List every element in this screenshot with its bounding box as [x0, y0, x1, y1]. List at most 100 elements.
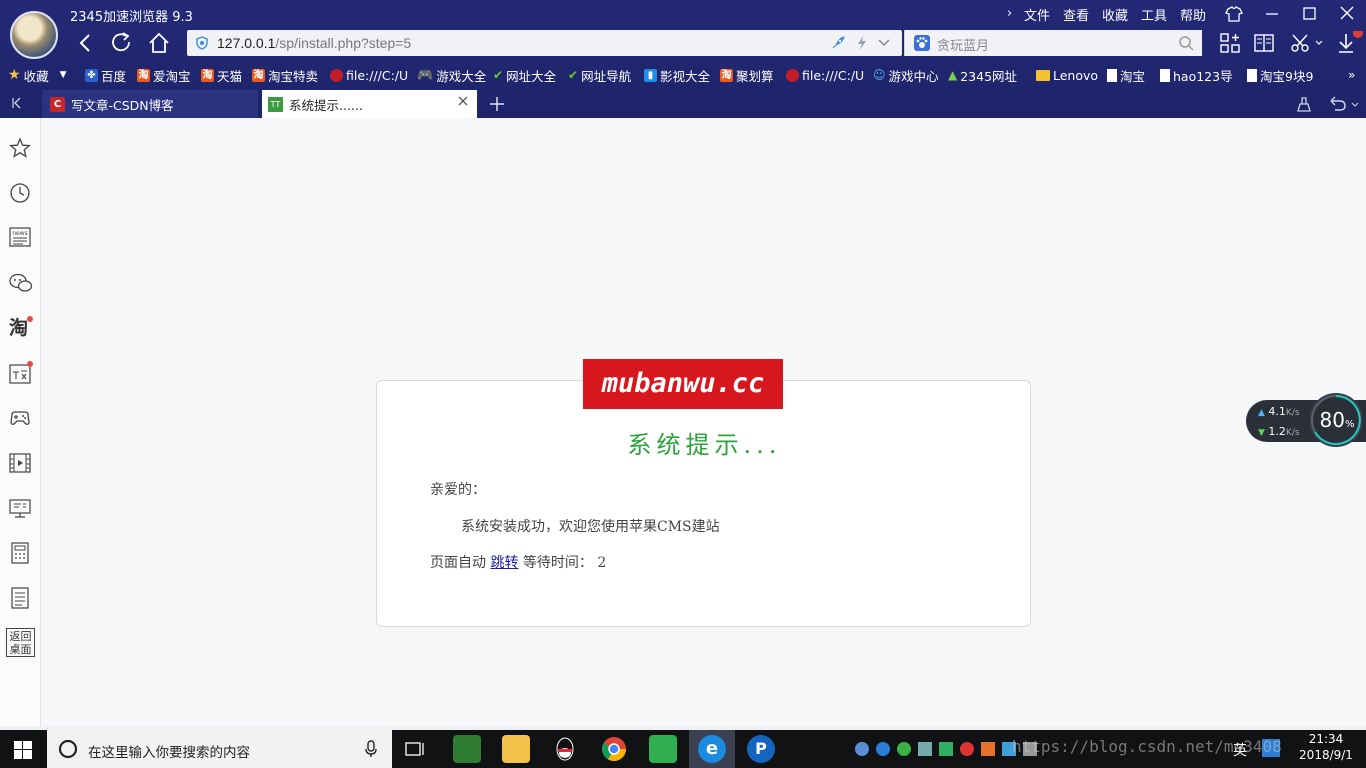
- task-view-icon[interactable]: [405, 740, 427, 758]
- cortana-circle-icon: [58, 739, 78, 759]
- rocket-icon[interactable]: [830, 35, 846, 51]
- taskbar-active-browser[interactable]: e: [689, 730, 735, 768]
- sidebar-news-icon[interactable]: news: [9, 226, 31, 248]
- taskbar-search-box[interactable]: 在这里输入你要搜索的内容: [47, 730, 392, 768]
- bookmark-folder[interactable]: Lenovo: [1036, 66, 1098, 84]
- tray-icon[interactable]: [876, 742, 890, 756]
- bookmark-item[interactable]: ▮ 影视大全: [644, 66, 710, 84]
- bookmark-label: 游戏大全: [436, 68, 487, 84]
- tab-scroll-left-icon[interactable]: [10, 95, 26, 111]
- bookmark-item[interactable]: file:///C:/U: [786, 66, 864, 84]
- taobao-icon: 淘: [201, 68, 214, 82]
- news-icon-label: news: [12, 230, 28, 237]
- bookmark-item[interactable]: 🎮 游戏大全: [417, 66, 486, 84]
- undo-close-icon[interactable]: [1328, 95, 1360, 113]
- tab-csdn[interactable]: C 写文章-CSDN博客: [42, 90, 258, 118]
- bookmark-item[interactable]: ✔ 网址导航: [568, 66, 631, 84]
- bookmark-item[interactable]: 淘宝: [1107, 66, 1145, 84]
- address-bar[interactable]: 127.0.0.1/sp/install.php?step=5: [187, 30, 902, 56]
- search-icon[interactable]: [1178, 35, 1194, 51]
- memory-gauge[interactable]: 80%: [1310, 390, 1362, 452]
- bookmark-item[interactable]: 淘聚划算: [720, 66, 774, 84]
- tray-icon[interactable]: [897, 742, 911, 756]
- sidebar-calculator-icon[interactable]: [9, 542, 31, 564]
- bookmark-favorites[interactable]: ★ 收藏 ▼: [8, 66, 67, 84]
- tray-icon[interactable]: [918, 742, 932, 756]
- reader-book-icon[interactable]: [1253, 32, 1275, 54]
- site-2345-icon: ▲: [948, 68, 958, 82]
- bookmark-item[interactable]: 淘天猫: [201, 66, 242, 84]
- sidebar-screen-icon[interactable]: [9, 497, 31, 519]
- taskbar-qq-icon[interactable]: [551, 735, 579, 763]
- chevron-down-icon[interactable]: [877, 36, 891, 50]
- taskbar-clock[interactable]: 21:34 2018/9/1: [1296, 731, 1356, 763]
- bookmark-item[interactable]: ☺ 游戏中心: [873, 66, 939, 84]
- home-button[interactable]: [146, 30, 172, 56]
- close-window-button[interactable]: [1332, 4, 1362, 24]
- taskbar-app-green-icon[interactable]: [453, 735, 481, 763]
- address-url[interactable]: 127.0.0.1/sp/install.php?step=5: [217, 35, 411, 51]
- user-avatar[interactable]: [10, 11, 58, 59]
- bookmark-item[interactable]: 淘淘宝特卖: [252, 66, 318, 84]
- bookmark-label: 收藏: [23, 68, 49, 84]
- sidebar-games-icon[interactable]: [9, 407, 31, 429]
- hao-check-icon: ✔: [568, 68, 579, 82]
- sidebar-discount-icon[interactable]: [9, 361, 33, 384]
- lightning-icon[interactable]: [855, 35, 869, 51]
- scissors-icon[interactable]: [1289, 32, 1323, 54]
- download-icon[interactable]: [1336, 31, 1364, 55]
- bookmark-item[interactable]: file:///C:/U: [330, 66, 408, 84]
- search-placeholder: 贪玩蓝月: [937, 39, 990, 54]
- menu-file[interactable]: 文件: [1024, 5, 1050, 24]
- maximize-button[interactable]: [1294, 4, 1324, 24]
- sidebar-video-icon[interactable]: [9, 452, 31, 474]
- minimize-button[interactable]: [1257, 4, 1287, 24]
- sidebar-list-icon[interactable]: [9, 587, 31, 609]
- redirect-link[interactable]: 跳转: [490, 555, 518, 571]
- close-tab-icon[interactable]: [458, 96, 468, 106]
- sidebar-wechat-icon[interactable]: [9, 272, 33, 294]
- tray-icon[interactable]: [855, 742, 869, 756]
- bookmark-item[interactable]: ▲ 2345网址: [948, 66, 1017, 84]
- menu-tools[interactable]: 工具: [1141, 5, 1167, 24]
- sidebar-history-clock-icon[interactable]: [9, 182, 31, 204]
- taskbar-chrome-icon[interactable]: [600, 735, 628, 763]
- menu-view[interactable]: 查看: [1063, 5, 1089, 24]
- bookmark-item[interactable]: ✤ 百度: [85, 66, 126, 84]
- video-icon: ▮: [644, 68, 657, 82]
- taskbar-file-explorer-icon[interactable]: [502, 735, 530, 763]
- menu-chevron-icon: ›: [1007, 6, 1013, 21]
- bookmarks-more-icon[interactable]: »: [1348, 66, 1355, 84]
- taskbar-app-lightning-icon[interactable]: [649, 735, 677, 763]
- apps-grid-icon[interactable]: [1219, 32, 1241, 54]
- microphone-icon[interactable]: [364, 740, 378, 758]
- tray-icon[interactable]: [960, 742, 974, 756]
- tab-system-notice[interactable]: TT 系统提示......: [262, 90, 477, 118]
- bookmark-item[interactable]: hao123导: [1160, 66, 1233, 84]
- bookmark-item[interactable]: 淘爱淘宝: [137, 66, 191, 84]
- menu-help[interactable]: 帮助: [1180, 5, 1206, 24]
- gauge-percent: 80%: [1316, 408, 1358, 437]
- bookmark-item[interactable]: ✔ 网址大全: [493, 66, 556, 84]
- bookmark-item[interactable]: 淘宝9块9: [1247, 66, 1313, 84]
- new-tab-button[interactable]: [488, 95, 506, 113]
- redirect-line: 页面自动 跳转 等待时间： 2: [430, 552, 606, 572]
- menu-favorites[interactable]: 收藏: [1102, 5, 1128, 24]
- back-button[interactable]: [73, 30, 99, 56]
- tray-icon[interactable]: [981, 742, 995, 756]
- taskbar-p-app-icon[interactable]: P: [747, 735, 775, 763]
- sidebar-taobao-icon[interactable]: 淘: [9, 316, 33, 339]
- sidebar-return-desktop-button[interactable]: 返回桌面: [6, 628, 35, 657]
- notice-title: 系统提示...: [627, 431, 782, 459]
- greeting-text: 亲爱的：: [430, 482, 486, 498]
- refresh-button[interactable]: [109, 30, 135, 56]
- sidebar-favorites-star-icon[interactable]: [9, 137, 31, 159]
- skin-icon[interactable]: [1219, 4, 1249, 24]
- tray-icon[interactable]: [939, 742, 953, 756]
- clean-broom-icon[interactable]: [1295, 95, 1313, 113]
- bookmark-label: 2345网址: [960, 68, 1018, 84]
- search-box[interactable]: 贪玩蓝月: [904, 30, 1202, 56]
- taobao-icon: 淘: [137, 68, 150, 82]
- url-path: /sp/install.php?step=5: [275, 35, 412, 51]
- windows-start-icon[interactable]: [14, 741, 32, 759]
